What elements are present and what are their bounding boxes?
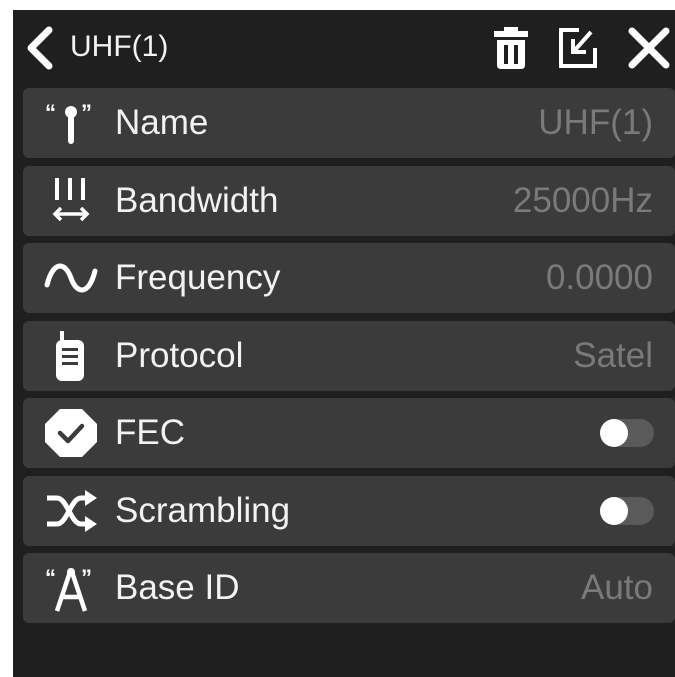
tower-icon: “ ” [45,565,92,612]
row-value: UHF(1) [538,103,653,142]
row-label: FEC [115,413,185,452]
scrambling-toggle[interactable] [600,496,654,525]
shuffle-icon [47,489,97,532]
row-frequency[interactable]: Frequency 0.0000 [23,243,675,313]
radio-device-icon [56,330,84,381]
row-value: 0.0000 [545,258,653,297]
row-label: Frequency [115,258,281,297]
chevron-left-icon[interactable] [21,26,59,70]
antenna-icon: “ ” [45,100,92,144]
row-label: Scrambling [115,490,291,530]
page-title: UHF(1) [70,30,169,63]
svg-text:”: ” [81,565,92,590]
row-value: Auto [581,568,653,607]
svg-text:”: ” [81,100,92,125]
row-label: Protocol [115,335,244,375]
check-badge-icon [45,409,97,457]
toggle-knob [600,496,628,525]
svg-text:“: “ [45,100,56,125]
row-fec[interactable]: FEC [23,398,675,468]
row-protocol[interactable]: Protocol Satel [23,320,675,391]
row-value: Satel [573,335,653,375]
row-value: 25000Hz [512,180,653,220]
svg-text:“: “ [45,565,56,590]
top-bar: UHF(1) [13,10,675,82]
toggle-knob [600,419,628,447]
settings-list: “ ” Name UHF(1) Bandwidth 25000Hz Freque… [23,88,675,631]
bandwidth-icon [52,177,90,221]
channel-settings-screen: UHF(1) “ ” Name UHF(1) Bandwidth 25000Hz… [13,10,675,677]
edit-export-icon[interactable] [555,26,599,70]
row-label: Base ID [115,568,240,607]
row-label: Bandwidth [115,180,279,220]
close-icon[interactable] [627,26,671,70]
row-bandwidth[interactable]: Bandwidth 25000Hz [23,165,675,236]
fec-toggle[interactable] [600,419,654,447]
row-scrambling[interactable]: Scrambling [23,475,675,546]
row-label: Name [115,103,209,142]
row-base-id[interactable]: “ ” Base ID Auto [23,553,675,623]
wave-icon [44,263,98,293]
row-name[interactable]: “ ” Name UHF(1) [23,88,675,158]
trash-icon[interactable] [489,26,533,70]
